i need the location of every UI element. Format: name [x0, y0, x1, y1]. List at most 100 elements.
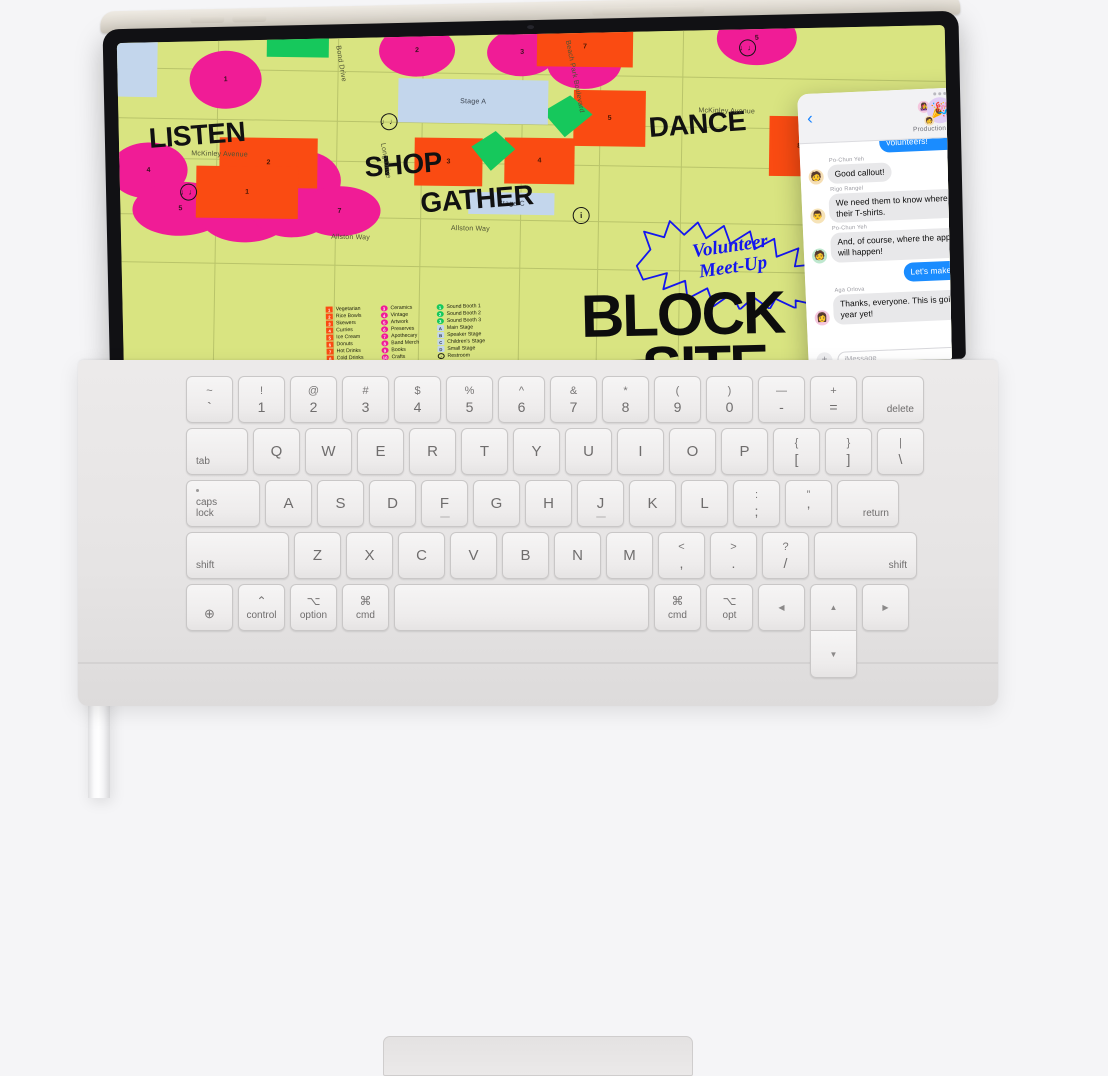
legend-item[interactable]: 1 Vegetarian: [325, 306, 363, 313]
key-d[interactable]: D: [369, 480, 416, 527]
key-backslash[interactable]: | \: [877, 428, 924, 475]
legend-item[interactable]: 3 Ceramics: [380, 305, 418, 312]
key-5[interactable]: % 5: [446, 376, 493, 423]
key-v[interactable]: V: [450, 532, 497, 579]
legend-item[interactable]: 1 Sound Booth 1: [436, 303, 484, 311]
key-shift-left[interactable]: shift: [186, 532, 289, 579]
legend-item[interactable]: A Main Stage: [436, 324, 485, 332]
key-k[interactable]: K: [629, 480, 676, 527]
key-h[interactable]: H: [525, 480, 572, 527]
key-slash[interactable]: ? /: [762, 532, 809, 579]
key-bracket-right[interactable]: }]: [825, 428, 872, 475]
legend-item[interactable]: ♪ Restroom: [437, 352, 485, 360]
key-arrow-right[interactable]: ▶: [862, 584, 909, 631]
legend-item[interactable]: 2 Rice Bowls: [325, 313, 363, 320]
key-b[interactable]: B: [502, 532, 549, 579]
legend-item[interactable]: 7 Apothecary: [381, 333, 419, 340]
map-food-block[interactable]: 7: [536, 26, 634, 68]
map-vendor-blot[interactable]: 7: [297, 185, 382, 238]
key-o[interactable]: O: [669, 428, 716, 475]
legend-item[interactable]: C Children's Stage: [437, 338, 485, 346]
key-x[interactable]: X: [346, 532, 393, 579]
message-thread[interactable]: 👩‍🦱Love the final colors you went with.A…: [799, 132, 952, 349]
messages-app-window[interactable]: ‹ 👩‍🎤 🎉 🧑‍🎨 🧑: [797, 82, 952, 378]
key-control[interactable]: ⌃ control: [238, 584, 285, 631]
key-equals[interactable]: + =: [810, 376, 857, 423]
legend-item[interactable]: 5 Artwork: [380, 319, 419, 326]
key-y[interactable]: Y: [513, 428, 560, 475]
key-w[interactable]: W: [305, 428, 352, 475]
key-p[interactable]: P: [721, 428, 768, 475]
key-z[interactable]: Z: [294, 532, 341, 579]
key-delete[interactable]: delete: [862, 376, 924, 423]
key-tab[interactable]: tab: [186, 428, 248, 475]
legend-item[interactable]: D Small Stage: [437, 345, 485, 353]
legend-item[interactable]: 7 Hot Drinks: [326, 348, 364, 355]
key-caps-lock[interactable]: caps lock: [186, 480, 260, 527]
legend-item[interactable]: 6 Donuts: [326, 341, 363, 348]
key-option-right[interactable]: ⌥ opt: [706, 584, 753, 631]
volume-up-button[interactable]: [190, 15, 225, 24]
map-food-block[interactable]: 4: [504, 137, 575, 185]
key-arrow-updown[interactable]: ▲ ▼: [810, 584, 857, 678]
legend-item[interactable]: 6 Preserves: [380, 326, 419, 333]
legend-item[interactable]: 5 Ice Cream: [326, 334, 363, 341]
group-identity[interactable]: 👩‍🎤 🎉 🧑‍🎨 🧑 Production Crew ›: [805, 90, 952, 137]
map-sound-booth[interactable]: [266, 30, 330, 58]
key-space[interactable]: [394, 584, 649, 631]
key-2[interactable]: @2: [290, 376, 337, 423]
key-quote[interactable]: ”’: [785, 480, 832, 527]
key-m[interactable]: M: [606, 532, 653, 579]
legend-item[interactable]: B Speaker Stage: [436, 331, 485, 339]
key-n[interactable]: N: [554, 532, 601, 579]
key-arrow-up[interactable]: ▲: [810, 584, 857, 631]
key-shift-right[interactable]: shift: [814, 532, 917, 579]
key-arrow-down[interactable]: ▼: [810, 631, 857, 678]
key-period[interactable]: >.: [710, 532, 757, 579]
stage-box[interactable]: [116, 36, 158, 98]
legend-item[interactable]: 3 Sound Booth 3: [436, 317, 485, 325]
legend-item[interactable]: 9 Books: [381, 347, 419, 354]
restroom-icon[interactable]: ♩♩: [380, 113, 398, 131]
map-vendor-blot[interactable]: 1: [189, 49, 263, 110]
key-j[interactable]: J: [577, 480, 624, 527]
key-l[interactable]: L: [681, 480, 728, 527]
key-9[interactable]: (9: [654, 376, 701, 423]
map-food-block[interactable]: 1: [195, 165, 299, 219]
key-command-left[interactable]: ⌘ cmd: [342, 584, 389, 631]
legend-item[interactable]: 8 Band Merch: [381, 340, 419, 347]
map-vendor-blot[interactable]: 5: [716, 25, 798, 67]
key-globe[interactable]: ⊕: [186, 584, 233, 631]
key-e[interactable]: E: [357, 428, 404, 475]
key-comma[interactable]: <,: [658, 532, 705, 579]
volume-down-button[interactable]: [232, 14, 267, 23]
message-bubble[interactable]: Good callout!: [827, 162, 892, 184]
key-bracket-left[interactable]: {[: [773, 428, 820, 475]
key-4[interactable]: $4: [394, 376, 441, 423]
key-t[interactable]: T: [461, 428, 508, 475]
key-c[interactable]: C: [398, 532, 445, 579]
key-r[interactable]: R: [409, 428, 456, 475]
key-minus[interactable]: — -: [758, 376, 805, 423]
key-0[interactable]: ) 0: [706, 376, 753, 423]
key-u[interactable]: U: [565, 428, 612, 475]
key-option[interactable]: ⌥ option: [290, 584, 337, 631]
key-3[interactable]: #3: [342, 376, 389, 423]
key-a[interactable]: A: [265, 480, 312, 527]
key-7[interactable]: & 7: [550, 376, 597, 423]
key-i[interactable]: I: [617, 428, 664, 475]
key-return[interactable]: return: [837, 480, 899, 527]
map-vendor-blot[interactable]: 2: [378, 25, 456, 78]
key-backtick[interactable]: ~ `: [186, 376, 233, 423]
key-arrow-left[interactable]: ◀: [758, 584, 805, 631]
keyboard-keys[interactable]: ~ `! 1 @2 #3 $4% 5 ^ 6 & 7 * 8(9) 0— - + = delete tab Q W E R T…: [186, 376, 946, 683]
key-1[interactable]: ! 1: [238, 376, 285, 423]
key-semicolon[interactable]: :;: [733, 480, 780, 527]
key-g[interactable]: G: [473, 480, 520, 527]
stage-a-box[interactable]: Stage A: [397, 78, 549, 125]
legend-item[interactable]: 4 Curries: [326, 327, 363, 334]
legend-item[interactable]: 3 Skewers: [325, 320, 363, 327]
key-f[interactable]: F: [421, 480, 468, 527]
key-q[interactable]: Q: [253, 428, 300, 475]
key-6[interactable]: ^ 6: [498, 376, 545, 423]
